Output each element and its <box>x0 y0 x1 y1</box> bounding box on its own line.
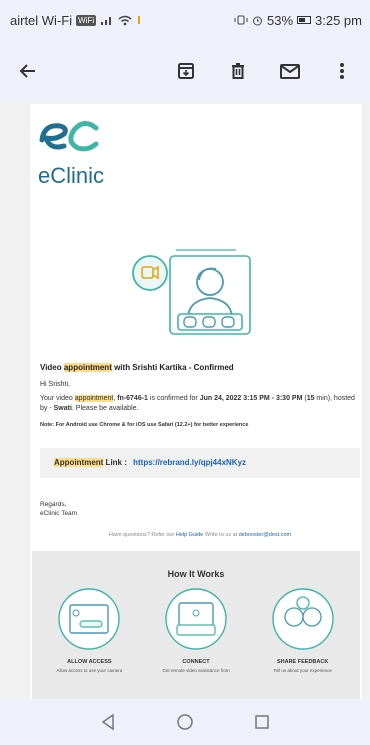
delete-button[interactable] <box>220 53 256 89</box>
help-text: Have questions? Refer our <box>108 532 176 539</box>
step-share-feedback: SHARE FEEDBACK Tell us about your experi… <box>253 587 353 673</box>
connect-icon <box>165 588 227 650</box>
archive-button[interactable] <box>168 53 204 89</box>
body-part: . Please be available. <box>71 404 139 412</box>
clock: 3:25 pm <box>315 12 362 28</box>
archive-icon <box>178 63 194 79</box>
signoff: Regards, eClinic Team <box>40 500 360 519</box>
status-left: airtel Wi-Fi WiFi <box>10 13 142 28</box>
battery-icon <box>297 16 312 24</box>
email-scroll-area[interactable]: eClinic Video appointment with Srishti K… <box>0 102 370 699</box>
nav-back-button[interactable] <box>93 707 123 737</box>
regards-text: Regards, <box>40 500 67 508</box>
signal-icon <box>101 17 112 25</box>
team-name: eClinic Team <box>40 510 78 517</box>
body-part: is confirmed for <box>147 394 200 402</box>
doctor-video-icon <box>132 249 251 335</box>
appointment-link-suffix: Link : <box>103 457 127 467</box>
more-options-button[interactable] <box>324 53 360 89</box>
step-allow-access: ALLOW ACCESS Allow access to use your ca… <box>39 587 139 673</box>
status-right: 53% 3:25 pm <box>234 13 362 28</box>
notification-icon <box>138 16 141 24</box>
nav-home-button[interactable] <box>170 707 200 737</box>
email-content: Video appointment with Srishti Kartika -… <box>40 362 360 540</box>
step-label: CONNECT <box>182 659 210 665</box>
step-desc: Allow access to use your camera <box>56 668 123 673</box>
step-label: SHARE FEEDBACK <box>276 659 329 665</box>
help-footer: Have questions? Refer our Help Guide Wri… <box>40 532 360 540</box>
appointment-host: Swati <box>53 404 72 412</box>
step-label: ALLOW ACCESS <box>67 659 112 665</box>
how-it-works-title: How It Works <box>167 569 225 579</box>
email-card: eClinic Video appointment with Srishti K… <box>30 104 362 699</box>
eclinic-logo-mark <box>39 121 99 152</box>
browser-note: Note: For Android use Chrome & for iOS u… <box>40 422 249 429</box>
email-subject: Video appointment with Srishti Kartika -… <box>40 362 360 374</box>
subject-suffix: with Srishti Kartika - Confirmed <box>111 363 234 372</box>
step-connect: CONNECT Get remote video assistance from <box>146 587 246 673</box>
subject-highlight: appointment <box>63 363 112 372</box>
allow-access-icon <box>58 588 121 650</box>
eclinic-logo: eClinic <box>38 116 104 189</box>
battery-percent: 53% <box>266 12 294 28</box>
vibrate-icon <box>234 15 248 25</box>
back-triangle-icon <box>102 713 115 731</box>
system-nav-bar <box>0 699 370 745</box>
body-highlight: appointment <box>74 394 114 402</box>
appointment-datetime: Jun 24, 2022 3:15 PM - 3:30 PM <box>199 394 303 402</box>
video-consult-illustration <box>126 246 268 343</box>
how-it-works-section: How It Works ALLOW ACCESS Allow access t… <box>32 551 360 699</box>
mark-unread-button[interactable] <box>272 53 308 89</box>
appointment-link-label: Appointment <box>54 457 104 467</box>
subject-prefix: Video <box>40 363 64 372</box>
appointment-id: fn-6746-1 <box>117 394 148 402</box>
how-it-works-steps: ALLOW ACCESS Allow access to use your ca… <box>32 587 360 673</box>
carrier-label: airtel Wi-Fi <box>10 12 73 28</box>
greeting: Hi Srishti, <box>40 380 70 388</box>
step-desc: Get remote video assistance from <box>162 668 230 673</box>
status-bar: airtel Wi-Fi WiFi 53% 3:25 pm <box>0 0 370 40</box>
appointment-link-box: Appointment Link : https://rebrand.ly/qp… <box>40 447 360 478</box>
recents-square-icon <box>254 715 269 729</box>
help-text: Write to us at <box>203 532 239 539</box>
alarm-icon <box>252 16 262 25</box>
logo-text: eClinic <box>38 163 105 188</box>
share-feedback-icon <box>271 588 334 650</box>
back-button[interactable] <box>10 53 46 89</box>
email-toolbar <box>0 40 370 102</box>
confirmation-text: Your video appointment, fn-6746-1 is con… <box>40 394 360 414</box>
body-part: Your video <box>40 394 75 402</box>
mail-icon <box>280 64 300 79</box>
step-desc: Tell us about your experience <box>273 668 332 673</box>
home-circle-icon <box>177 714 193 730</box>
wifi-tag: WiFi <box>76 14 97 26</box>
appointment-link[interactable]: https://rebrand.ly/qpj44xNKyz <box>133 458 246 467</box>
arrow-left-icon <box>19 64 35 78</box>
more-vertical-icon <box>340 63 344 79</box>
wifi-icon <box>118 15 132 25</box>
delete-icon <box>232 63 244 79</box>
help-guide-link[interactable]: Help Guide <box>176 532 204 538</box>
nav-recents-button[interactable] <box>247 707 277 737</box>
support-email-link[interactable]: debooster@dest.com <box>239 532 291 538</box>
